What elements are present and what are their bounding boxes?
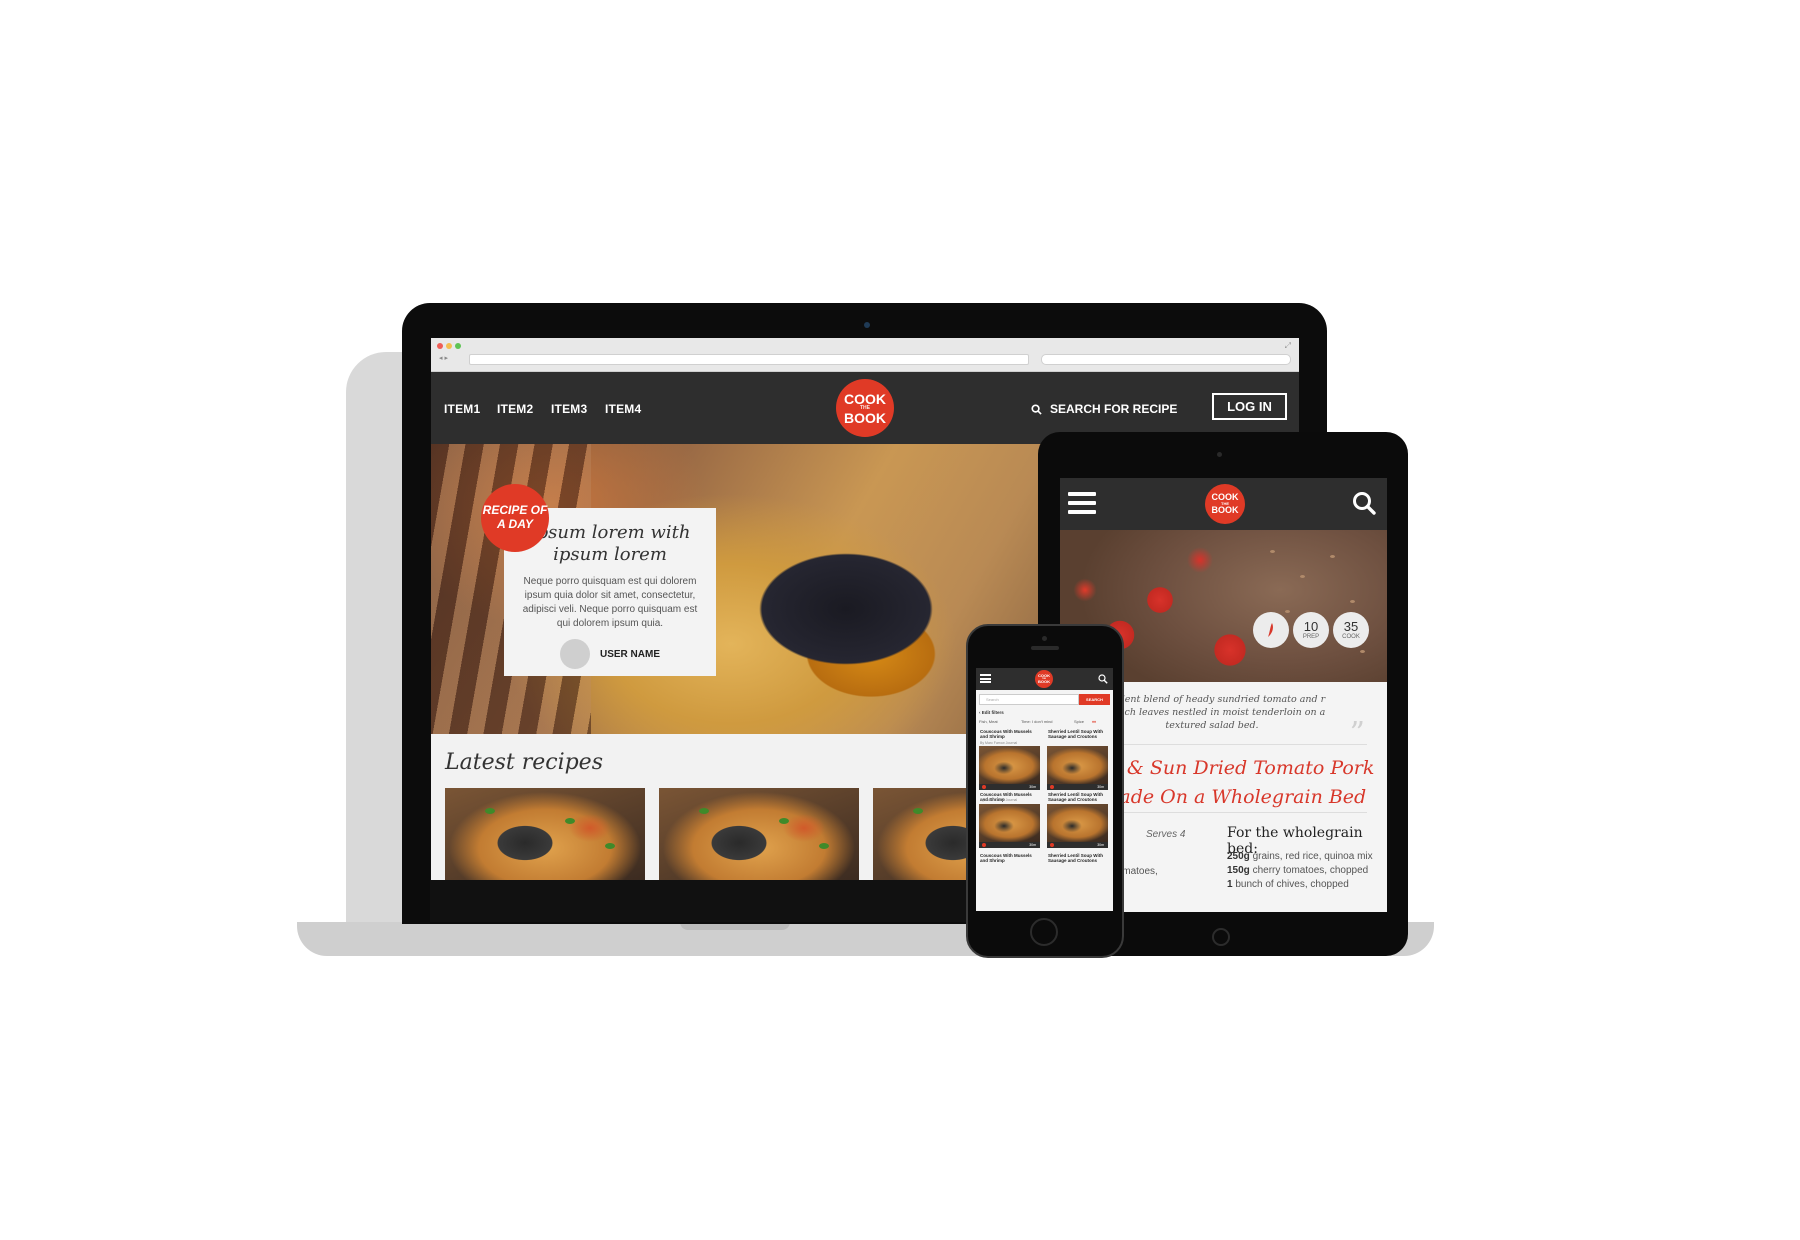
recipe-of-day-badge: RECIPE OF A DAY — [481, 484, 549, 552]
logo-bottom: BOOK — [1211, 505, 1239, 515]
recipe-card-title[interactable]: Couscous With Mussels and Shrimp — [980, 729, 1040, 739]
recipe-card-title[interactable]: Couscous With Mussels and Shrimp — [980, 853, 1040, 863]
maximize-window-button[interactable] — [455, 343, 461, 349]
phone-home-button[interactable] — [1030, 918, 1058, 946]
menu-icon[interactable] — [980, 674, 991, 683]
phone-screen: COOK THE BOOK Search SEARCH ‹ Edit filte… — [976, 668, 1113, 911]
logo-mid: THE — [860, 404, 870, 411]
cook-time-value: 35 — [1343, 619, 1359, 634]
heart-icon[interactable] — [1050, 785, 1054, 789]
filter-time[interactable]: Time: I don't mind — [1021, 719, 1053, 724]
logo-bottom: BOOK — [844, 409, 886, 426]
recipe-card-author: By Marc Farrow Journal — [980, 798, 1018, 802]
site-logo[interactable]: COOK THE BOOK — [836, 379, 894, 437]
chili-icon — [1268, 623, 1273, 637]
close-window-button[interactable] — [437, 343, 443, 349]
recipe-time: 30m — [1029, 785, 1036, 789]
divider — [1082, 744, 1367, 745]
ingredient-line: 250g grains, red rice, quinoa mix — [1227, 851, 1373, 862]
login-button[interactable]: LOG IN — [1212, 393, 1287, 420]
avatar — [559, 639, 590, 670]
recipe-card-bar: 30m — [1047, 842, 1108, 848]
recipe-card-image[interactable] — [979, 804, 1040, 842]
search-label: SEARCH FOR RECIPE — [1050, 402, 1178, 416]
recipe-card-bar: 30m — [979, 784, 1040, 790]
search-input[interactable]: Search — [979, 694, 1079, 705]
cook-time-badge: 35 COOK — [1333, 612, 1369, 648]
divider — [1082, 812, 1367, 813]
filter-spice[interactable]: Spice — [1074, 719, 1084, 724]
nav-item-3[interactable]: ITEM3 — [551, 402, 587, 416]
hero-description: Neque porro quisquam est qui dolorem ips… — [522, 576, 698, 630]
browser-search-bar[interactable] — [1041, 354, 1291, 365]
user-name: USER NAME — [599, 648, 660, 660]
tablet-header: COOK THE BOOK — [1060, 478, 1387, 530]
ingredient-line: 1 bunch of chives, chopped — [1227, 879, 1349, 890]
minimize-window-button[interactable] — [446, 343, 452, 349]
recipe-time: 30m — [1097, 843, 1104, 847]
recipe-card-title[interactable]: Sherried Lentil Soup With Sausage and Cr… — [1048, 853, 1108, 863]
tablet-home-button[interactable] — [1212, 928, 1230, 946]
phone-header: COOK THE BOOK — [976, 668, 1113, 690]
recipe-card-bar: 30m — [979, 842, 1040, 848]
latest-recipes-heading: Latest recipes — [445, 750, 603, 775]
site-logo[interactable]: COOK THE BOOK — [1205, 484, 1245, 524]
phone-search: Search SEARCH — [979, 694, 1110, 705]
phone-speaker — [1031, 646, 1059, 650]
browser-chrome: ◂ ▸ ⤢ — [431, 338, 1299, 372]
phone-camera — [1042, 636, 1047, 641]
recipe-card-bar: 30m — [1047, 784, 1108, 790]
recipe-card-author: By Marc Farrow Journal — [980, 741, 1018, 745]
fullscreen-icon[interactable]: ⤢ — [1285, 341, 1291, 351]
recipe-card-image[interactable] — [1047, 804, 1108, 842]
heart-icon[interactable] — [1050, 843, 1054, 847]
browser-back-forward-icon[interactable]: ◂ ▸ — [439, 354, 448, 362]
nav-item-2[interactable]: ITEM2 — [497, 402, 533, 416]
heart-icon[interactable] — [982, 785, 986, 789]
recipe-card-title[interactable]: Sherried Lentil Soup With Sausage and Cr… — [1048, 729, 1108, 739]
tablet-camera — [1217, 452, 1222, 457]
search-icon — [1031, 403, 1042, 415]
quote-mark-icon: ” — [1349, 716, 1365, 751]
search-button[interactable]: SEARCH — [1079, 694, 1110, 705]
recipe-time: 30m — [1097, 785, 1104, 789]
nav-item-4[interactable]: ITEM4 — [605, 402, 641, 416]
recipe-card-2[interactable] — [659, 788, 859, 880]
recipe-card-image[interactable] — [1047, 746, 1108, 784]
nav-item-1[interactable]: ITEM1 — [444, 402, 480, 416]
menu-icon[interactable] — [1068, 492, 1096, 514]
edit-filters-link[interactable]: ‹ Edit filters — [979, 710, 1004, 715]
prep-time-label: PREP — [1302, 634, 1320, 640]
chili-icon: ♦♦ — [1092, 719, 1097, 724]
ingredient-line: 150g cherry tomatoes, chopped — [1227, 865, 1369, 876]
laptop-camera — [864, 322, 870, 328]
prep-time-badge: 10 PREP — [1293, 612, 1329, 648]
cook-time-label: COOK — [1342, 634, 1360, 640]
spice-level-badge — [1253, 612, 1289, 648]
serves-label: Serves 4 — [1146, 829, 1186, 840]
logo-top: COOK — [844, 390, 886, 407]
search-icon[interactable] — [1351, 490, 1377, 516]
site-logo[interactable]: COOK THE BOOK — [1035, 670, 1053, 688]
prep-time-value: 10 — [1303, 619, 1319, 634]
recipe-time: 30m — [1029, 843, 1036, 847]
hero-author[interactable]: USER NAME — [520, 639, 700, 670]
address-bar[interactable] — [469, 354, 1029, 365]
recipe-card-title[interactable]: Sherried Lentil Soup With Sausage and Cr… — [1048, 792, 1108, 802]
search-icon[interactable] — [1098, 674, 1108, 684]
filter-row[interactable]: Fish, Meat Time: I don't mind Spice ♦♦ — [979, 719, 1110, 724]
recipe-card-image[interactable] — [979, 746, 1040, 784]
logo-bottom: BOOK — [1038, 679, 1050, 684]
heart-icon[interactable] — [982, 843, 986, 847]
search-for-recipe-link[interactable]: SEARCH FOR RECIPE — [1031, 402, 1177, 416]
recipe-card-1[interactable] — [445, 788, 645, 880]
filter-category[interactable]: Fish, Meat — [979, 719, 998, 724]
